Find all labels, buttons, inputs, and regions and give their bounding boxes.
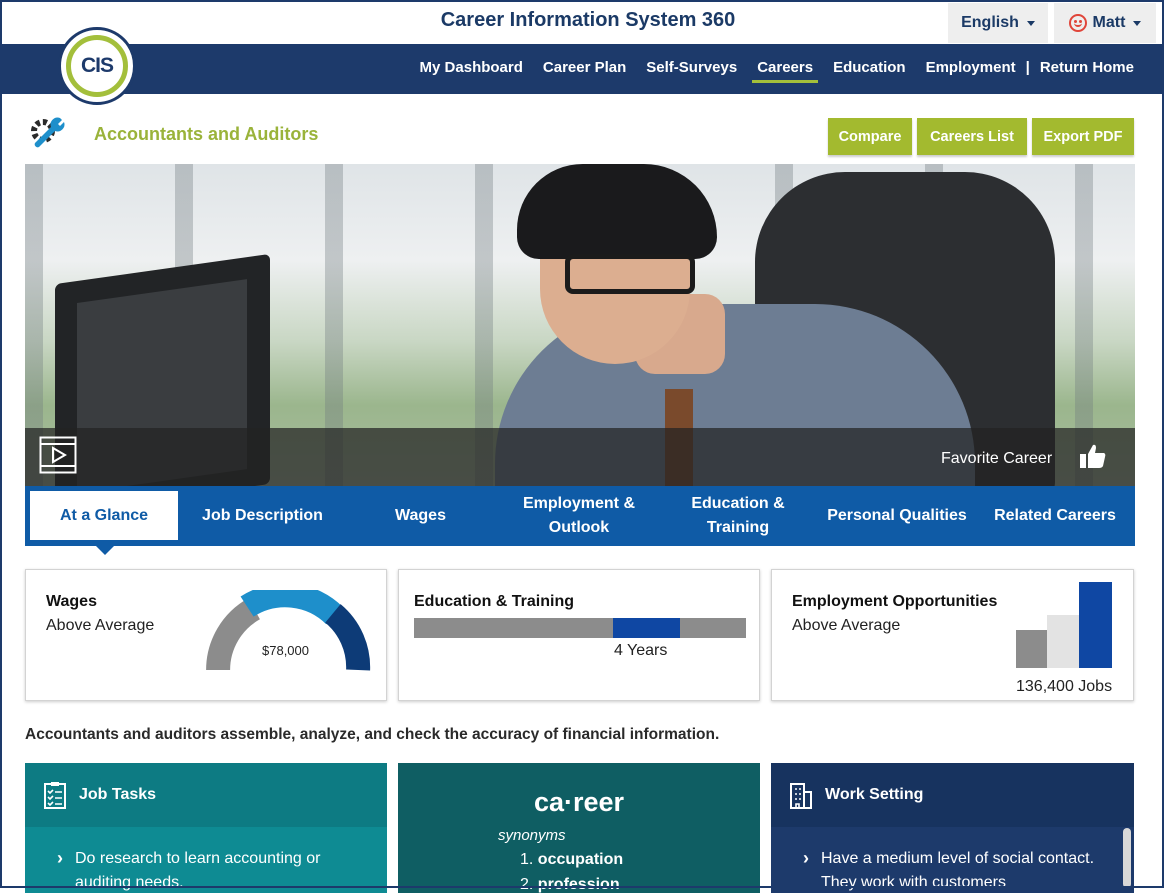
- wages-level: Above Average: [46, 617, 155, 634]
- careers-list-button[interactable]: Careers List: [917, 118, 1027, 155]
- education-bar-fill: [613, 618, 680, 638]
- tab-bar: At a Glance Job Description Wages Employ…: [25, 486, 1135, 546]
- caret-down-icon: [1026, 20, 1035, 26]
- employment-value: 136,400 Jobs: [1016, 678, 1113, 695]
- tab-education-training[interactable]: Education & Training: [660, 486, 816, 546]
- career-summary: Accountants and auditors assemble, analy…: [25, 726, 720, 743]
- building-icon: [790, 783, 812, 809]
- clipboard-checklist-icon: [44, 782, 66, 809]
- nav-career-plan[interactable]: Career Plan: [533, 52, 636, 82]
- nav-return-home[interactable]: Return Home: [1030, 52, 1144, 82]
- gauge-segment-high: [324, 604, 371, 671]
- active-tab-pointer: [96, 546, 114, 555]
- page-title: Accountants and Auditors: [94, 124, 319, 144]
- person-hair: [517, 164, 717, 259]
- education-title: Education & Training: [414, 593, 575, 610]
- work-setting-item: Have a medium level of social contact. T…: [803, 846, 1103, 893]
- export-pdf-button[interactable]: Export PDF: [1032, 118, 1134, 155]
- caret-down-icon: [1133, 20, 1142, 26]
- panel-scrollbar[interactable]: [1123, 828, 1131, 888]
- dictionary-panel: ca·reer synonyms 1. occupation 2. profes…: [398, 763, 760, 893]
- wages-value: $78,000: [262, 643, 309, 658]
- dictionary-word: ca·reer: [533, 787, 625, 817]
- work-setting-panel: Work Setting Have a medium level of soci…: [771, 763, 1134, 893]
- nav-my-dashboard[interactable]: My Dashboard: [410, 52, 533, 82]
- tab-personal-qualities[interactable]: Personal Qualities: [819, 486, 975, 546]
- gauge-segment-low: [206, 598, 261, 671]
- tools-icon: [31, 117, 65, 148]
- job-tasks-header: Job Tasks: [25, 763, 387, 827]
- hero-image: Favorite Career: [25, 164, 1135, 486]
- video-play-icon[interactable]: [39, 436, 77, 474]
- favorite-career-label: Favorite Career: [941, 450, 1053, 467]
- thumbs-up-icon[interactable]: [1079, 442, 1107, 470]
- education-card[interactable]: Education & Training 4 Years: [398, 569, 760, 701]
- education-bar: [414, 618, 746, 638]
- wages-gauge: [206, 590, 371, 671]
- job-tasks-title: Job Tasks: [79, 786, 157, 803]
- top-bar: Career Information System 360 English Ma…: [0, 0, 1164, 44]
- language-label: English: [961, 14, 1019, 31]
- wages-title: Wages: [46, 593, 97, 610]
- employment-title: Employment Opportunities: [792, 593, 998, 610]
- person-glasses: [565, 254, 695, 294]
- employment-bar-high: [1079, 582, 1112, 668]
- user-menu[interactable]: Matt: [1054, 3, 1156, 43]
- gauge-segment-mid: [240, 590, 344, 625]
- employment-bar-low: [1016, 630, 1047, 668]
- nav-education[interactable]: Education: [823, 52, 916, 82]
- cis-logo[interactable]: CIS: [58, 27, 136, 105]
- hero-overlay-bar: Favorite Career: [25, 428, 1135, 486]
- dictionary-synonym-2: 2. profession: [520, 876, 620, 893]
- user-smiley-icon: [1068, 14, 1087, 32]
- job-tasks-panel: Job Tasks Do research to learn accountin…: [25, 763, 387, 893]
- work-setting-header: Work Setting: [771, 763, 1134, 827]
- user-label: Matt: [1092, 14, 1126, 31]
- tab-job-description[interactable]: Job Description: [185, 486, 340, 546]
- nav-employment[interactable]: Employment: [916, 52, 1026, 82]
- wages-card[interactable]: Wages Above Average $78,000: [25, 569, 387, 701]
- nav-self-surveys[interactable]: Self-Surveys: [636, 52, 747, 82]
- compare-button[interactable]: Compare: [828, 118, 912, 155]
- logo-text: CIS: [80, 54, 114, 77]
- employment-level: Above Average: [792, 617, 901, 634]
- language-dropdown[interactable]: English: [948, 3, 1048, 43]
- main-nav: My Dashboard Career Plan Self-Surveys Ca…: [0, 44, 1164, 94]
- employment-bar-mid: [1047, 614, 1079, 668]
- tab-related-careers[interactable]: Related Careers: [977, 486, 1133, 546]
- work-setting-title: Work Setting: [825, 786, 924, 803]
- tab-wages[interactable]: Wages: [343, 486, 498, 546]
- tab-employment-outlook[interactable]: Employment & Outlook: [501, 486, 657, 546]
- dictionary-synonyms-label: synonyms: [498, 827, 566, 844]
- employment-card[interactable]: Employment Opportunities Above Average 1…: [771, 569, 1134, 701]
- job-task-item: Do research to learn accounting or audit…: [57, 846, 357, 893]
- education-value: 4 Years: [614, 642, 668, 659]
- nav-careers[interactable]: Careers: [747, 52, 823, 83]
- tab-at-a-glance[interactable]: At a Glance: [30, 491, 178, 540]
- dictionary-synonym-1: 1. occupation: [520, 851, 624, 868]
